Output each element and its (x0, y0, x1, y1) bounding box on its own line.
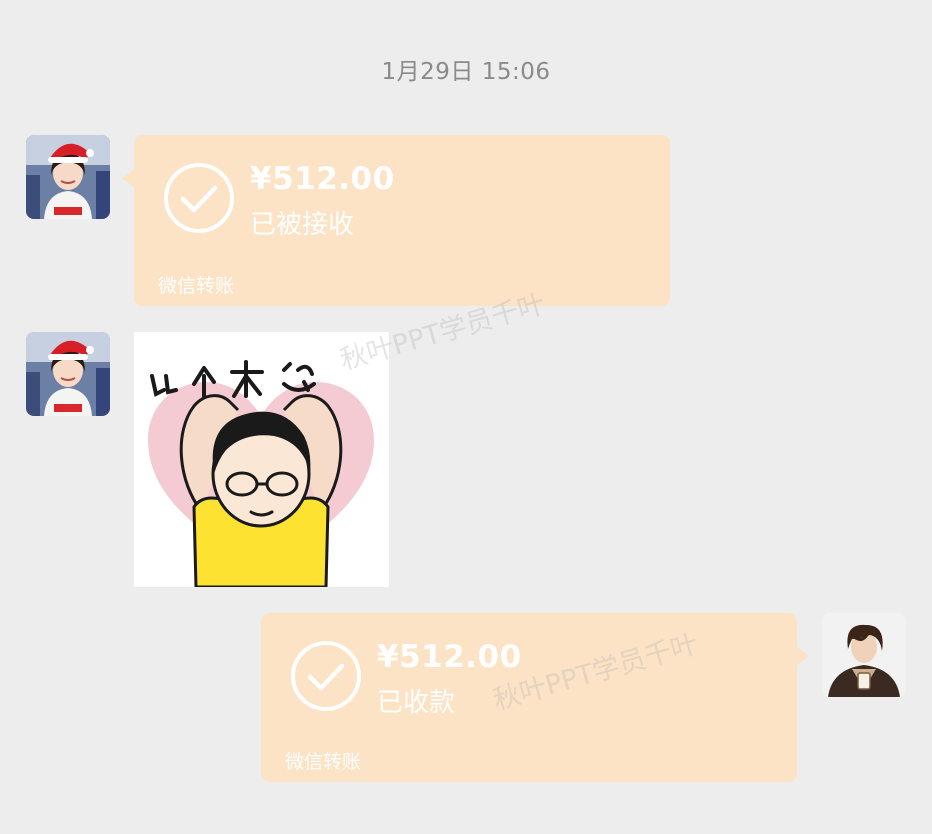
heart-pose-sticker[interactable] (134, 332, 389, 589)
transfer-label: 微信转账 (285, 751, 362, 773)
sticker-image (148, 360, 374, 589)
chat-timestamp: 1月29日 15:06 (381, 59, 551, 85)
transfer-label: 微信转账 (158, 275, 235, 297)
transfer-status: 已收款 (377, 688, 456, 718)
contact-avatar-image (26, 332, 110, 416)
bubble-tail (122, 169, 134, 187)
transfer-message-sent[interactable]: ¥512.00 已收款 微信转账 (261, 613, 809, 782)
contact-avatar[interactable] (26, 332, 110, 416)
contact-avatar-image (26, 135, 110, 219)
transfer-amount: ¥512.00 (250, 161, 395, 197)
transfer-amount: ¥512.00 (377, 639, 522, 675)
transfer-message-received[interactable]: ¥512.00 已被接收 微信转账 (122, 135, 670, 306)
my-avatar-image (822, 613, 906, 697)
transfer-status: 已被接收 (250, 210, 355, 240)
check-circle-icon (164, 163, 234, 233)
my-avatar[interactable] (822, 613, 906, 697)
contact-avatar[interactable] (26, 135, 110, 219)
check-circle-icon (291, 641, 361, 711)
bubble-tail (797, 647, 809, 665)
